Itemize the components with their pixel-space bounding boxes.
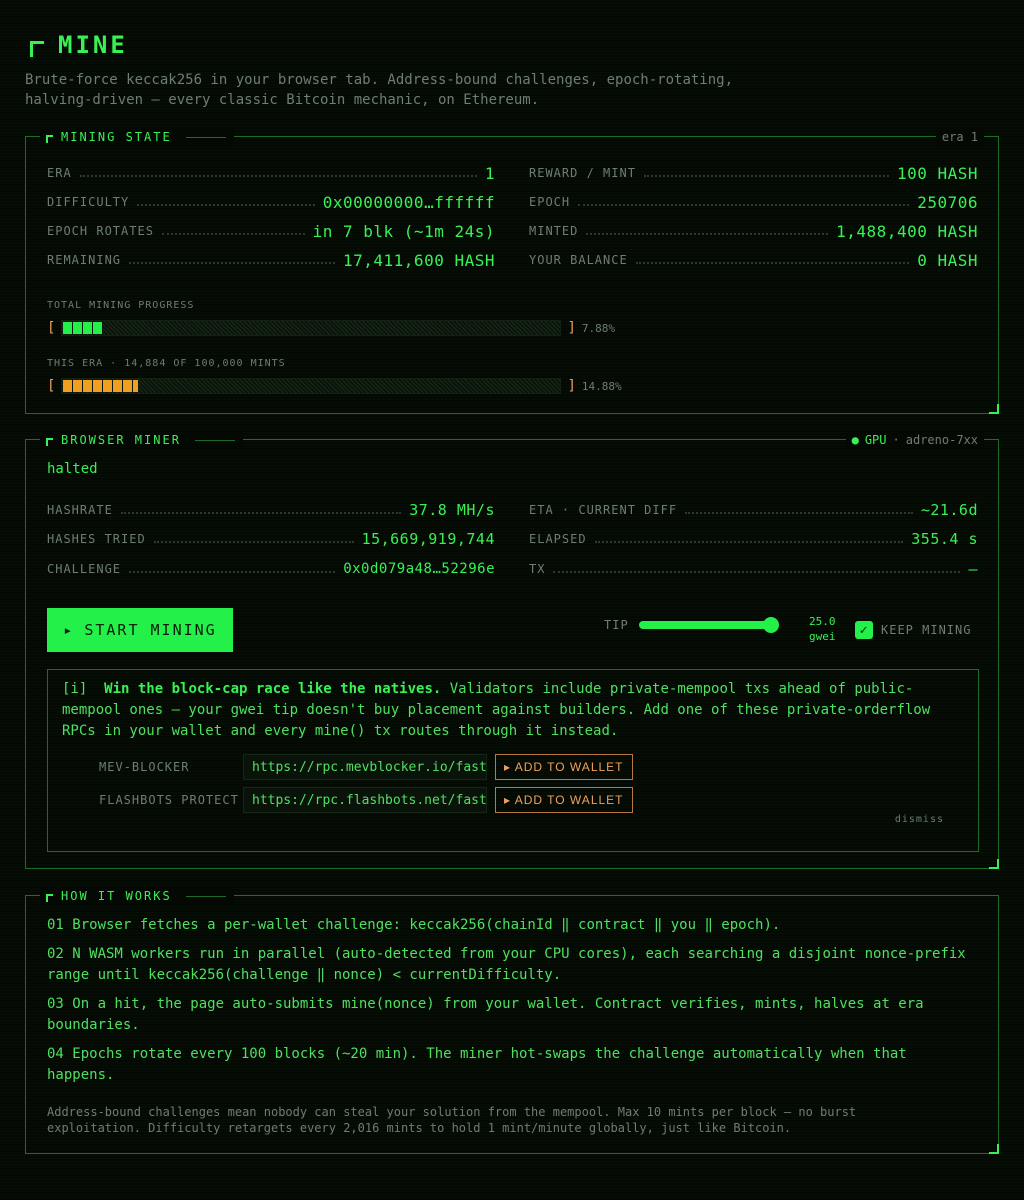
corner-bracket-icon [46,893,53,902]
stat-difficulty: DIFFICULTY 0x00000000…ffffff [47,192,495,212]
corner-bracket-icon [46,134,53,143]
rpc-url-field[interactable]: https://rpc.flashbots.net/fast [243,787,487,813]
how-step-4: 04 Epochs rotate every 100 blocks (~20 m… [47,1046,907,1083]
era-progress-fill [63,380,138,392]
tip-value: 25.0 gwei [809,615,836,643]
tip-slider[interactable] [638,617,779,633]
stat-minted: MINTED 1,488,400 HASH [529,221,978,241]
stat-tx: TX — [529,560,978,578]
total-progress-bar: [ ] 7.88% [47,320,615,336]
info-icon: [i] [62,681,88,697]
rpc-row-flashbots: FLASHBOTS PROTECT https://rpc.flashbots.… [99,786,633,814]
miner-status: halted [47,461,98,477]
gpu-badge: ● GPU · adreno-7xx [845,431,984,449]
stat-epoch-rotates: EPOCH ROTATES in 7 blk (~1m 24s) [47,221,495,241]
stat-hashrate: HASHRATE 37.8 MH/s [47,501,495,519]
tip-control: TIP [604,617,779,633]
page-title: MINE [58,31,128,59]
rpc-info-headline: Win the block-cap race like the natives. [104,681,442,697]
page-header: MINE [30,30,128,60]
dismiss-link[interactable]: dismiss [895,814,944,825]
era-progress-bar: [ ] 14.88% [47,378,622,394]
how-it-works-panel: HOW IT WORKS 01 Browser fetches a per-wa… [25,887,999,1154]
corner-bracket-icon [30,41,44,57]
stat-reward: REWARD / MINT 100 HASH [529,163,978,183]
stat-challenge: CHALLENGE 0x0d079a48…52296e [47,561,495,577]
rpc-url-field[interactable]: https://rpc.mevblocker.io/fast [243,754,487,780]
tip-slider-handle[interactable] [762,617,779,633]
stat-epoch: EPOCH 250706 [529,192,978,212]
era-progress-label: THIS ERA · 14,884 OF 100,000 MINTS [47,358,286,369]
how-step-2: 02 N WASM workers run in parallel (auto-… [47,946,966,983]
rpc-info-text: [i] Win the block-cap race like the nati… [62,679,962,742]
add-to-wallet-button[interactable]: ▸ ADD TO WALLET [495,754,633,780]
how-step-3: 03 On a hit, the page auto-submits mine(… [47,996,924,1033]
era-badge: era 1 [935,128,984,146]
browser-miner-title: BROWSER MINER [40,431,243,449]
rpc-row-mev-blocker: MEV-BLOCKER https://rpc.mevblocker.io/fa… [99,753,633,781]
stat-hashes-tried: HASHES TRIED 15,669,919,744 [47,530,495,548]
rpc-info-box: [i] Win the block-cap race like the nati… [47,669,979,852]
total-progress-label: TOTAL MINING PROGRESS [47,300,195,311]
add-to-wallet-button[interactable]: ▸ ADD TO WALLET [495,787,633,813]
stat-remaining: REMAINING 17,411,600 HASH [47,250,495,270]
checkbox-checked-icon[interactable]: ✓ [855,621,873,639]
stat-elapsed: ELAPSED 355.4 s [529,530,978,548]
how-footnote: Address-bound challenges mean nobody can… [47,1105,857,1135]
mining-state-title: MINING STATE [40,128,234,146]
keep-mining-toggle[interactable]: ✓ KEEP MINING [855,621,971,639]
stat-era: ERA 1 [47,163,495,183]
start-mining-button[interactable]: ▸ START MINING [47,608,233,652]
stat-eta: ETA · CURRENT DIFF ~21.6d [529,501,978,519]
status-dot-icon: ● [851,433,859,447]
total-progress-fill [63,322,103,334]
how-it-works-title: HOW IT WORKS [40,887,234,905]
how-step-1: 01 Browser fetches a per-wallet challeng… [47,917,781,933]
stat-balance: YOUR BALANCE 0 HASH [529,250,978,270]
total-progress-percent: 7.88% [581,321,615,335]
corner-bracket-icon [46,437,53,446]
play-icon: ▸ [63,621,75,639]
mining-state-panel: MINING STATE era 1 ERA 1 DIFFICULTY 0x00… [25,128,999,414]
era-progress-percent: 14.88% [581,379,622,393]
browser-miner-panel: BROWSER MINER ● GPU · adreno-7xx halted … [25,431,999,869]
page-subtitle: Brute-force keccak256 in your browser ta… [25,72,734,108]
tip-label: TIP [604,618,629,632]
